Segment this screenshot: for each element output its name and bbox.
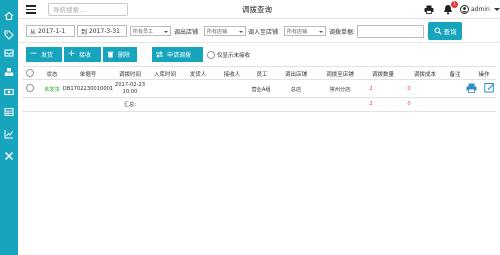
from-date-field[interactable]: 从 2017-1-1 [26,25,75,37]
column-header-in-store: 调拨至店铺 [326,72,354,78]
sidebar [0,0,18,255]
transfer-icon [155,50,164,59]
code-label: 调拨单据: [329,29,356,36]
table-icon[interactable] [3,106,15,118]
column-header-code: 单据号 [79,72,97,78]
to-date-value: 2017-3-31 [88,27,120,35]
column-header-employee: 员工 [256,72,268,78]
divider [18,42,500,43]
plus-icon: + [67,49,76,59]
top-bar: 调拨查询 1 admin [18,0,500,19]
row-cost: 0 [407,86,411,92]
to-label: 到 [81,28,88,36]
from-label: 从 [30,28,37,36]
in-store-label: 调入至店铺 [248,29,279,36]
row-quantity: 2 [369,86,373,92]
row-divider [22,97,496,98]
summary-cost: 0 [407,101,411,107]
column-header-transfer-time: 调拨时间 [118,72,141,78]
table-header-top-border [22,66,496,67]
column-header-in-time: 入库时间 [153,72,176,78]
row-select-radio[interactable] [26,84,34,92]
receive-button-label: 接收 [79,52,92,59]
trash-icon [106,50,115,59]
user-name[interactable]: admin [471,6,490,13]
row-edit-icon[interactable] [484,82,495,93]
hamburger-menu-icon[interactable] [26,5,36,14]
column-header-note: 备注 [449,72,461,78]
delete-button-label: 删除 [118,52,131,59]
out-store-select[interactable]: 所有店铺 [204,26,246,36]
tag-icon[interactable] [3,29,15,41]
delete-button[interactable]: 删除 [103,47,137,62]
minus-icon: − [29,49,38,59]
query-button[interactable]: 查询 [428,22,462,40]
employee-select[interactable]: 所有员工 [130,26,171,36]
column-header-receiver: 接收人 [223,72,241,78]
code-input[interactable] [357,25,424,38]
home-icon[interactable] [3,10,15,22]
row-status: 未发货 [44,87,60,93]
select-all-radio[interactable] [26,69,34,77]
send-button[interactable]: − 发货 [26,47,62,62]
notification-badge: 1 [451,1,458,8]
row-time: 10:00 [122,89,138,95]
page-title: 调拨查询 [242,5,272,14]
send-button-label: 发货 [41,52,54,59]
column-header-out-store: 调出店铺 [284,72,307,78]
boxes-icon[interactable] [3,66,15,78]
chart-icon[interactable] [3,128,15,140]
column-header-status: 状态 [46,72,58,78]
summary-quantity: 2 [369,101,373,107]
row-employee: 营业A组 [251,87,271,93]
summary-divider [22,111,496,112]
search-icon [434,27,442,35]
row-date: 2017-02-23 [114,82,146,88]
row-code[interactable]: DB1702230010001 [62,86,114,92]
column-header-cost: 调拨成本 [413,72,436,78]
user-icon[interactable] [460,5,469,14]
row-in-store: 常州分店 [329,87,351,93]
only-unreceived-radio[interactable] [207,51,215,59]
chevron-down-icon[interactable] [494,8,500,11]
query-button-label: 查询 [443,28,457,36]
nav-search-input[interactable] [48,3,128,16]
column-header-actions: 操作 [478,72,490,78]
receive-button[interactable]: + 接收 [64,47,101,62]
money-icon[interactable] [3,86,15,98]
apply-transfer-button[interactable]: 申请调拨 [152,47,203,62]
only-unreceived-label: 仅显示未接收 [217,53,251,59]
print-icon[interactable] [424,5,434,14]
summary-label: 汇总: [123,102,137,108]
row-print-icon[interactable] [466,83,477,93]
out-store-label: 调出店铺 [174,29,199,36]
in-store-select[interactable]: 所有店铺 [284,26,326,36]
column-header-sender: 发货人 [189,72,207,78]
column-header-quantity: 调拨数量 [371,72,394,78]
apply-transfer-label: 申请调拨 [167,52,192,59]
from-date-value: 2017-1-1 [37,27,66,35]
to-date-field[interactable]: 到 2017-3-31 [77,25,127,37]
tools-icon[interactable] [3,150,15,162]
inbox-icon[interactable] [3,47,15,59]
table-header-bottom-border [22,79,496,80]
row-out-store: 总店 [290,87,302,93]
